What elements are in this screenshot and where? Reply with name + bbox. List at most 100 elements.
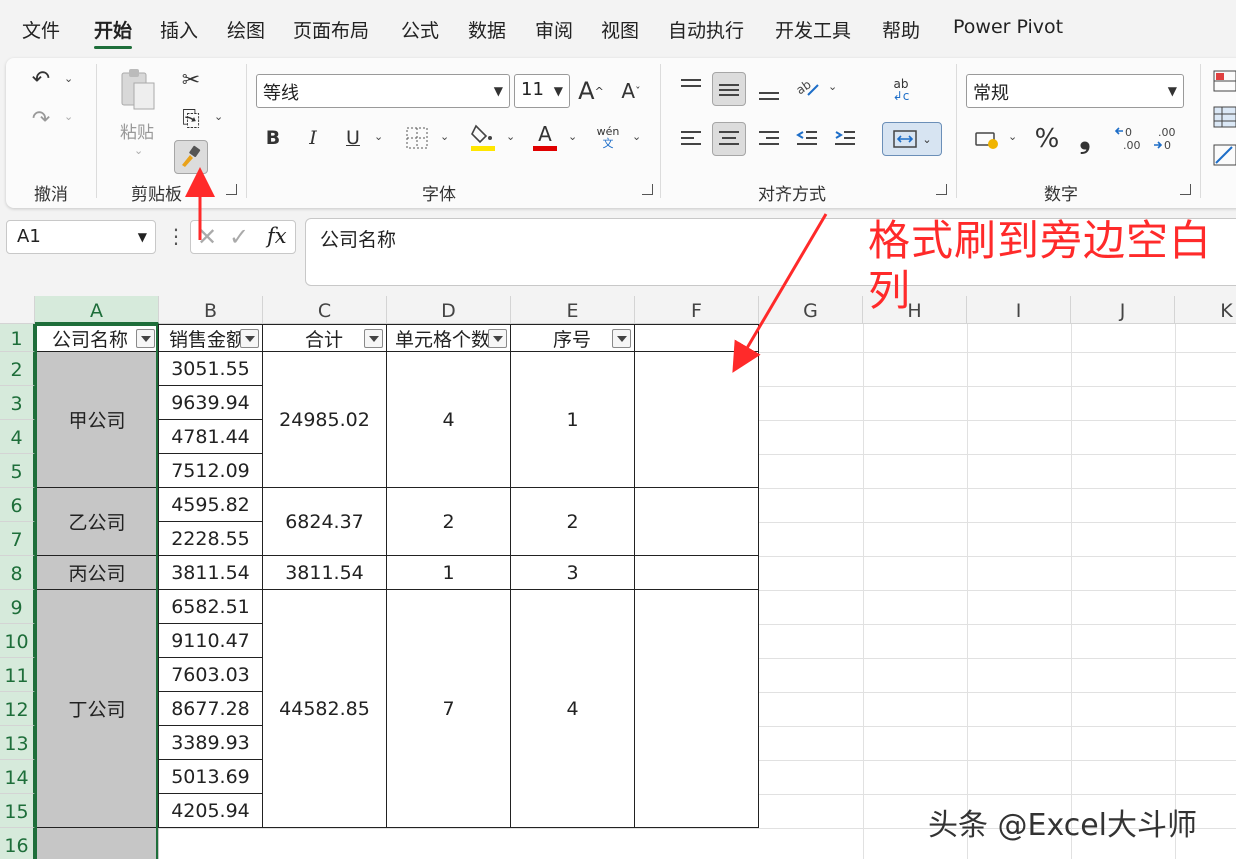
align-middle-icon[interactable] xyxy=(712,72,746,106)
paste-dropdown-icon[interactable]: ⌄ xyxy=(134,144,143,157)
row-header-7[interactable]: 7 xyxy=(0,522,35,556)
align-center-icon[interactable] xyxy=(712,122,746,156)
header-cell-count[interactable]: 单元格个数 xyxy=(387,324,511,352)
redo-icon[interactable]: ↷ xyxy=(26,104,56,134)
underline-dropdown-icon[interactable]: ⌄ xyxy=(374,130,383,143)
italic-button[interactable]: I xyxy=(300,122,326,154)
underline-button[interactable]: U xyxy=(340,122,366,154)
row-header-2[interactable]: 2 xyxy=(0,352,35,386)
company-cell[interactable]: 丁公司 xyxy=(35,590,159,828)
sales-cell[interactable]: 3051.55 xyxy=(159,352,263,386)
col-header-c[interactable]: C xyxy=(263,296,387,324)
worksheet[interactable]: A B C D E F G H I J K 1 2 3 4 5 6 7 8 9 … xyxy=(0,296,1236,859)
row-header-9[interactable]: 9 xyxy=(0,590,35,624)
col-header-a[interactable]: A xyxy=(35,296,159,324)
clipboard-launcher-icon[interactable] xyxy=(226,184,237,195)
alignment-launcher-icon[interactable] xyxy=(936,184,947,195)
decrease-indent-icon[interactable] xyxy=(792,124,822,154)
font-name-select[interactable]: 等线 ▼ xyxy=(256,74,510,108)
col-header-f[interactable]: F xyxy=(635,296,759,324)
font-color-dropdown-icon[interactable]: ⌄ xyxy=(568,130,577,143)
undo-icon[interactable]: ↶ xyxy=(26,64,56,94)
shrink-font-button[interactable]: Aˇ xyxy=(616,74,646,108)
header-cell-company[interactable]: 公司名称 xyxy=(35,324,159,352)
menu-power-pivot[interactable]: Power Pivot xyxy=(953,16,1063,38)
col-header-e[interactable]: E xyxy=(511,296,635,324)
cancel-icon[interactable]: ✕ xyxy=(197,223,217,251)
menu-insert[interactable]: 插入 xyxy=(160,16,198,43)
orientation-icon[interactable]: ab xyxy=(792,72,822,102)
format-as-table-icon[interactable] xyxy=(1212,104,1236,130)
conditional-formatting-icon[interactable] xyxy=(1212,68,1236,94)
seq-cell[interactable]: 1 xyxy=(511,352,635,488)
fill-color-dropdown-icon[interactable]: ⌄ xyxy=(506,130,515,143)
count-cell[interactable]: 1 xyxy=(387,556,511,590)
copy-dropdown-icon[interactable]: ⌄ xyxy=(214,110,223,123)
borders-dropdown-icon[interactable]: ⌄ xyxy=(440,130,449,143)
col-header-g[interactable]: G xyxy=(759,296,863,324)
menu-help[interactable]: 帮助 xyxy=(882,16,920,43)
menu-formulas[interactable]: 公式 xyxy=(401,16,439,43)
increase-indent-icon[interactable] xyxy=(830,124,860,154)
row-header-8[interactable]: 8 xyxy=(0,556,35,590)
total-cell[interactable]: 6824.37 xyxy=(263,488,387,556)
number-launcher-icon[interactable] xyxy=(1180,184,1191,195)
format-painter-icon[interactable] xyxy=(174,140,208,174)
font-color-icon[interactable]: A xyxy=(530,118,560,154)
sales-cell[interactable]: 2228.55 xyxy=(159,522,263,556)
name-box[interactable]: A1 ▼ xyxy=(6,220,156,254)
decrease-decimal-icon[interactable]: .00 0 xyxy=(1150,122,1184,156)
sales-cell[interactable]: 4781.44 xyxy=(159,420,263,454)
accounting-dropdown-icon[interactable]: ⌄ xyxy=(1008,130,1017,143)
wrap-text-icon[interactable]: ab ↲c xyxy=(886,72,916,108)
align-top-icon[interactable] xyxy=(676,72,706,102)
count-cell[interactable]: 7 xyxy=(387,590,511,828)
cell-a16[interactable] xyxy=(35,828,159,859)
row-header-10[interactable]: 10 xyxy=(0,624,35,658)
accounting-format-icon[interactable] xyxy=(970,124,1004,156)
filter-dropdown-icon[interactable] xyxy=(488,329,507,348)
seq-cell[interactable]: 3 xyxy=(511,556,635,590)
blank-cell-f[interactable] xyxy=(635,352,759,488)
cell-f1[interactable] xyxy=(635,324,759,352)
sales-cell[interactable]: 9110.47 xyxy=(159,624,263,658)
more-options-icon[interactable]: ⋮ xyxy=(166,224,186,248)
filter-dropdown-icon[interactable] xyxy=(136,329,155,348)
align-bottom-icon[interactable] xyxy=(754,76,784,106)
orientation-dropdown-icon[interactable]: ⌄ xyxy=(828,80,837,93)
cell-styles-icon[interactable] xyxy=(1212,142,1236,168)
seq-cell[interactable]: 2 xyxy=(511,488,635,556)
filter-dropdown-icon[interactable] xyxy=(612,329,631,348)
header-cell-seq[interactable]: 序号 xyxy=(511,324,635,352)
col-header-d[interactable]: D xyxy=(387,296,511,324)
select-all-corner[interactable] xyxy=(0,296,35,324)
bold-button[interactable]: B xyxy=(260,122,286,154)
phonetic-dropdown-icon[interactable]: ⌄ xyxy=(632,130,641,143)
blank-cell-f[interactable] xyxy=(635,488,759,556)
percent-button[interactable]: % xyxy=(1032,122,1062,156)
menu-automate[interactable]: 自动执行 xyxy=(668,16,744,43)
redo-dropdown-icon[interactable]: ⌄ xyxy=(64,110,73,123)
header-cell-total[interactable]: 合计 xyxy=(263,324,387,352)
borders-icon[interactable] xyxy=(402,122,432,154)
phonetic-guide-icon[interactable]: wén 文 xyxy=(592,122,624,154)
paste-label[interactable]: 粘贴 xyxy=(120,118,154,143)
sales-cell[interactable]: 3389.93 xyxy=(159,726,263,760)
insert-function-icon[interactable]: fx xyxy=(267,224,287,248)
col-header-b[interactable]: B xyxy=(159,296,263,324)
company-cell[interactable]: 甲公司 xyxy=(35,352,159,488)
row-header-1[interactable]: 1 xyxy=(0,324,35,352)
sales-cell[interactable]: 4595.82 xyxy=(159,488,263,522)
font-launcher-icon[interactable] xyxy=(642,184,653,195)
sales-cell[interactable]: 3811.54 xyxy=(159,556,263,590)
grow-font-button[interactable]: A ^ xyxy=(576,74,606,108)
merge-center-icon[interactable]: ⌄ xyxy=(882,122,942,156)
row-header-16[interactable]: 16 xyxy=(0,828,35,859)
filter-dropdown-icon[interactable] xyxy=(364,329,383,348)
filter-dropdown-icon[interactable] xyxy=(240,329,259,348)
count-cell[interactable]: 4 xyxy=(387,352,511,488)
sales-cell[interactable]: 5013.69 xyxy=(159,760,263,794)
increase-decimal-icon[interactable]: 0.00 xyxy=(1112,122,1146,156)
count-cell[interactable]: 2 xyxy=(387,488,511,556)
header-cell-sales[interactable]: 销售金额 xyxy=(159,324,263,352)
